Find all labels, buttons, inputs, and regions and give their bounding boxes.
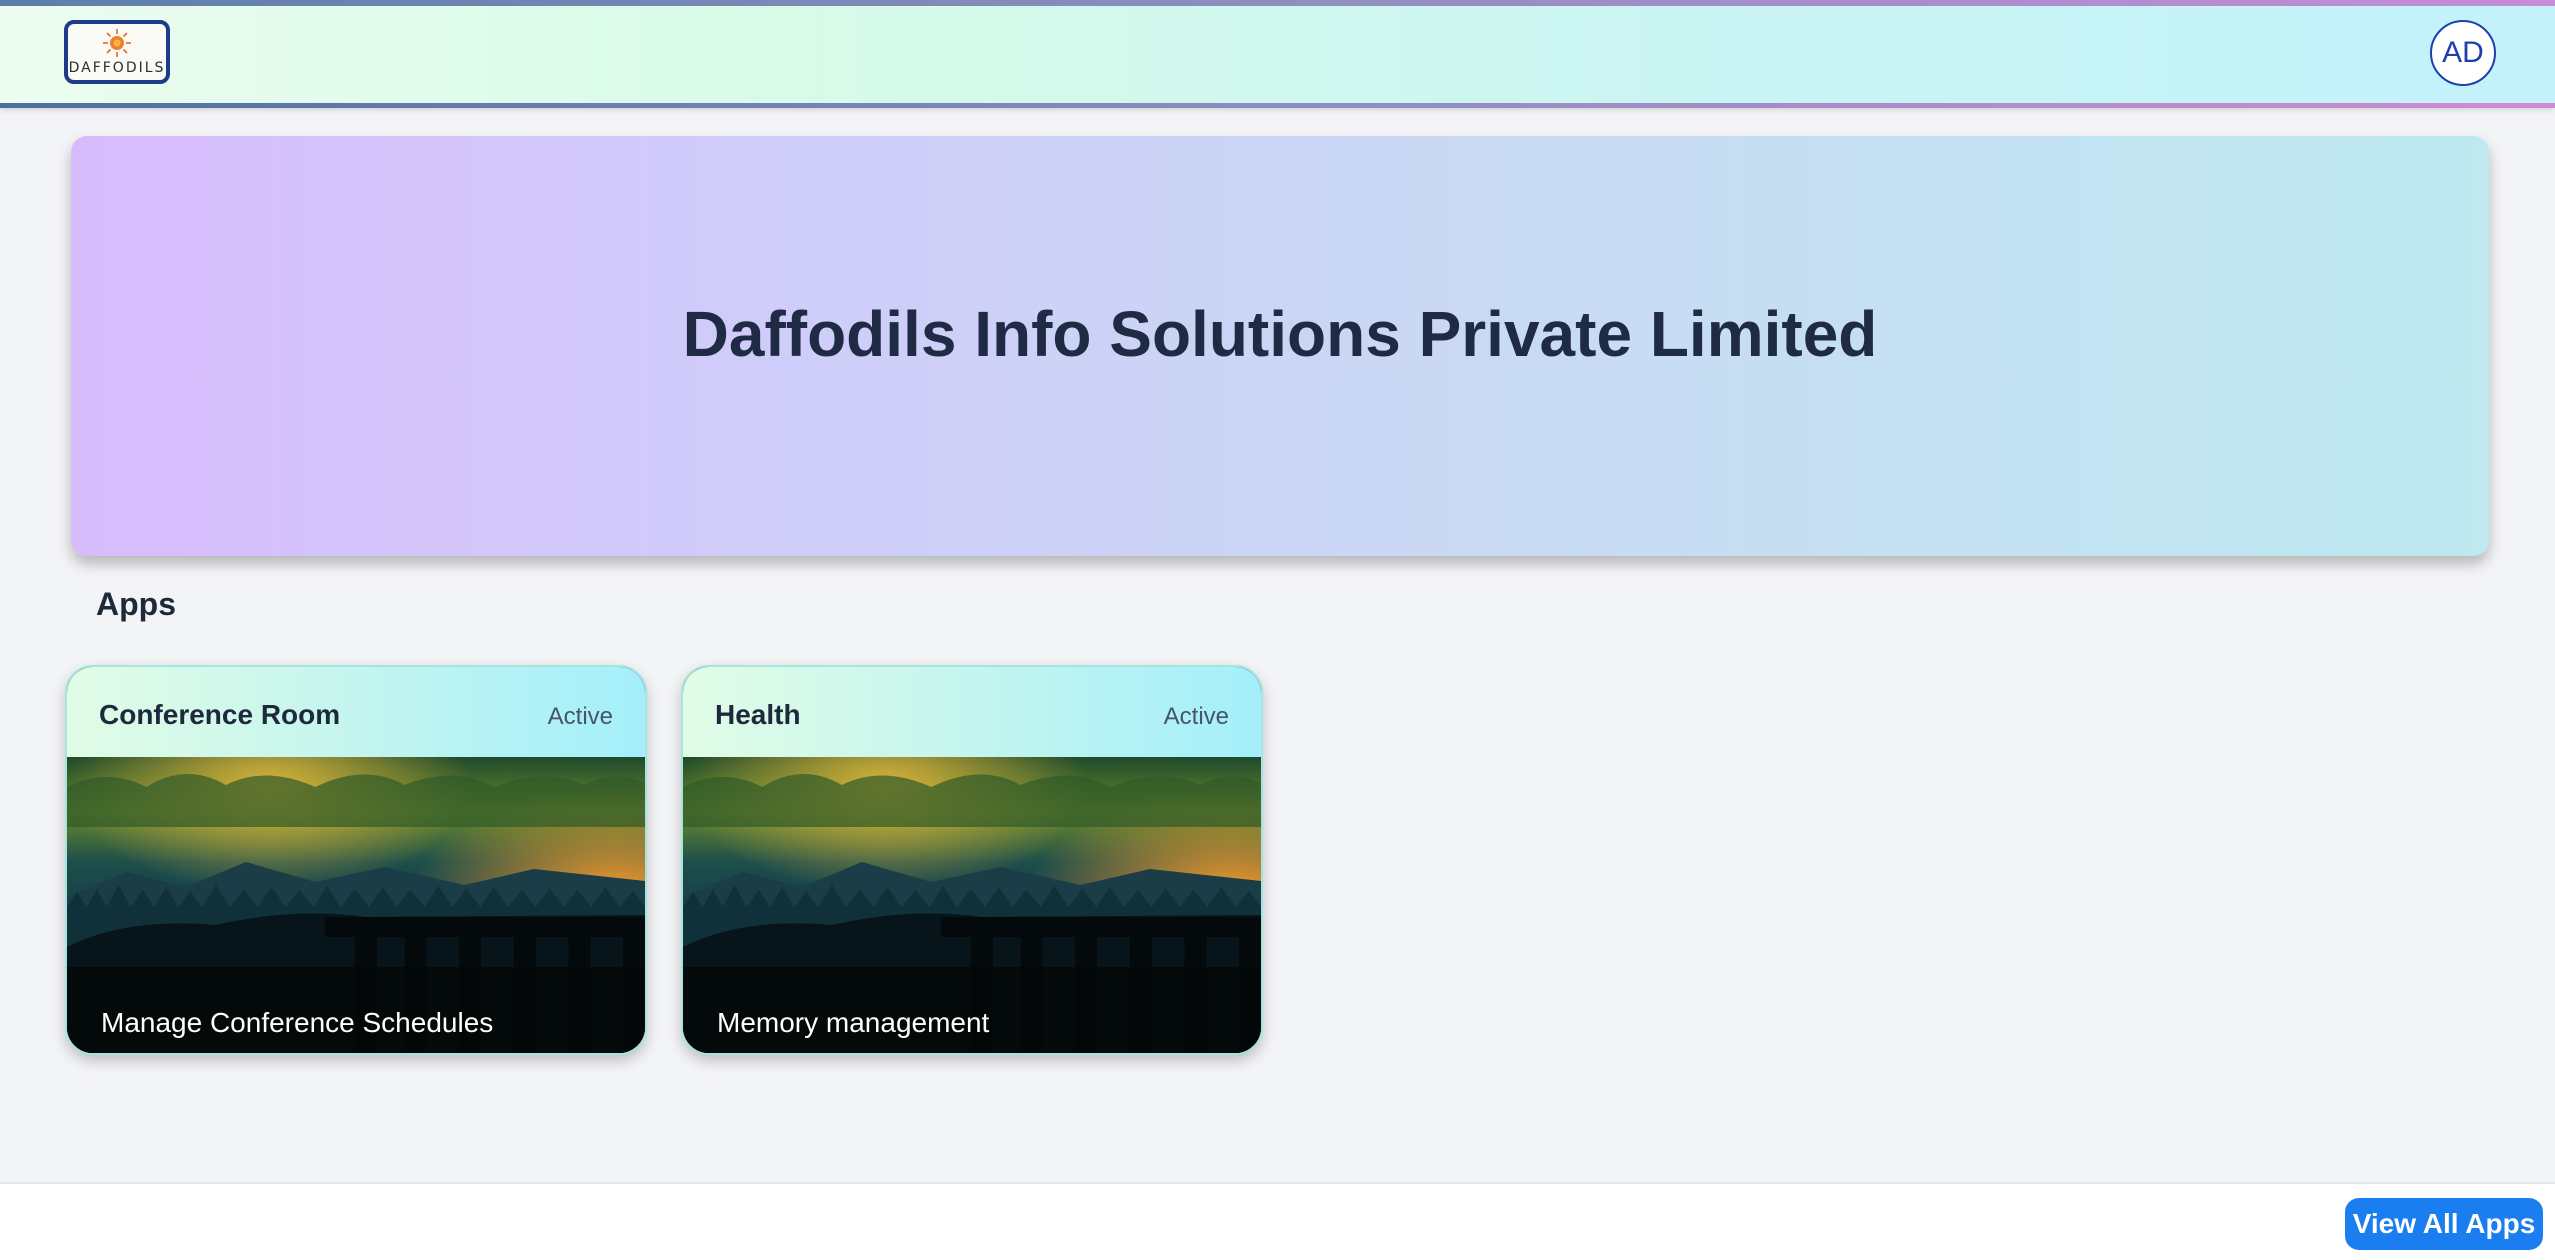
app-card-header: Conference Room Active bbox=[67, 667, 645, 757]
app-status-badge: Active bbox=[547, 703, 613, 730]
app-card-header: Health Active bbox=[683, 667, 1261, 757]
user-avatar[interactable]: AD bbox=[2430, 20, 2496, 86]
app-card-conference-room[interactable]: Conference Room Active Manage Conference… bbox=[65, 665, 647, 1055]
company-banner: Daffodils Info Solutions Private Limited bbox=[71, 136, 2489, 556]
daffodils-logo[interactable]: DAFFODILS bbox=[64, 20, 170, 84]
company-name: Daffodils Info Solutions Private Limited bbox=[682, 298, 1878, 370]
app-card-title: Health bbox=[715, 699, 801, 730]
logo-text: DAFFODILS bbox=[68, 60, 166, 76]
app-card-health[interactable]: Health Active Memory management bbox=[681, 665, 1263, 1055]
view-all-apps-button[interactable]: View All Apps bbox=[2345, 1198, 2543, 1250]
sun-icon bbox=[103, 29, 131, 57]
apps-section-title: Apps bbox=[96, 586, 176, 622]
app-card-title: Conference Room bbox=[99, 699, 341, 730]
app-card-description: Memory management bbox=[717, 1007, 990, 1038]
footer-bar: View All Apps bbox=[0, 1182, 2555, 1260]
app-status-badge: Active bbox=[1163, 703, 1229, 730]
top-navigation-bar: DAFFODILS AD bbox=[0, 0, 2555, 108]
app-card-description: Manage Conference Schedules bbox=[101, 1007, 494, 1038]
